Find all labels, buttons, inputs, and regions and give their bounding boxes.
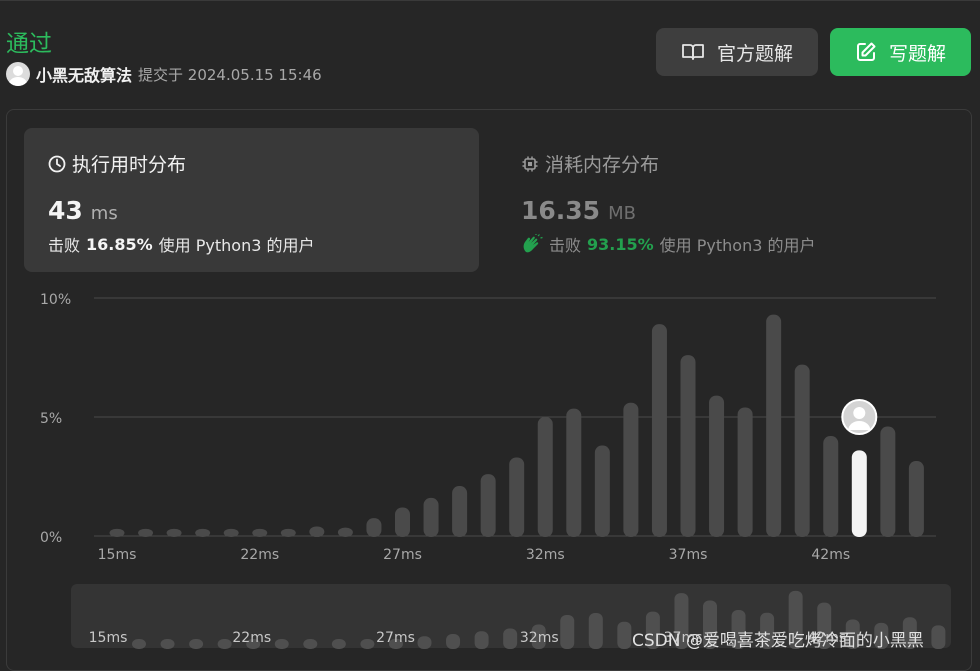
bar[interactable]	[509, 457, 525, 537]
minimap-bar	[274, 639, 289, 649]
minimap-tick-label: 32ms	[520, 630, 559, 646]
watermark: CSDN @爱喝喜茶爱吃烤冷面的小黑黑	[632, 631, 924, 651]
x-tick-label: 42ms	[811, 547, 850, 563]
bar[interactable]	[908, 461, 924, 537]
bar[interactable]	[337, 527, 353, 537]
x-tick-label: 27ms	[383, 547, 422, 563]
bar[interactable]	[566, 408, 582, 537]
minimap-bar	[360, 639, 375, 649]
x-tick-label: 32ms	[526, 547, 565, 563]
minimap-bar	[417, 636, 432, 649]
minimap-bar	[189, 639, 204, 649]
bar[interactable]	[480, 474, 496, 537]
minimap-bar	[503, 628, 518, 649]
y-tick-label: 0%	[40, 530, 62, 546]
bar[interactable]	[252, 528, 268, 537]
avatar-head	[853, 407, 866, 419]
x-tick-label: 15ms	[98, 547, 137, 563]
bar[interactable]	[794, 364, 810, 537]
bar[interactable]	[138, 528, 154, 537]
minimap-tick-label: 27ms	[376, 630, 415, 646]
minimap-bar	[217, 639, 232, 649]
bar[interactable]	[823, 436, 839, 537]
minimap-tick-label: 22ms	[232, 630, 271, 646]
bar[interactable]	[223, 528, 239, 537]
bar[interactable]	[395, 507, 410, 537]
minimap-bar	[132, 639, 146, 649]
bar[interactable]	[195, 528, 211, 537]
minimap-bar	[588, 613, 603, 649]
bar[interactable]	[623, 402, 639, 537]
runtime-distribution-chart: 10% 5% 0% 15ms 22ms 27ms 32ms 37ms 42ms 15ms 22m…	[40, 292, 951, 649]
bar[interactable]	[680, 355, 696, 537]
bar[interactable]	[880, 426, 896, 537]
bar[interactable]	[109, 528, 125, 537]
bar[interactable]	[737, 407, 753, 537]
bar[interactable]	[309, 526, 325, 537]
bar[interactable]	[280, 528, 296, 537]
bar[interactable]	[166, 528, 182, 537]
bar[interactable]	[452, 486, 468, 537]
x-tick-label: 37ms	[669, 547, 708, 563]
bar[interactable]	[651, 324, 667, 537]
minimap-bar	[331, 639, 346, 649]
y-tick-label: 5%	[40, 411, 62, 427]
minimap-bar	[617, 621, 632, 649]
minimap-bar	[160, 639, 175, 649]
bar-current[interactable]	[851, 450, 867, 537]
x-tick-label: 22ms	[240, 547, 279, 563]
bar[interactable]	[709, 395, 725, 537]
bar[interactable]	[766, 314, 782, 537]
minimap-bar	[560, 615, 575, 649]
minimap-tick-label: 15ms	[89, 630, 128, 646]
bar[interactable]	[423, 497, 439, 537]
bar[interactable]	[594, 445, 610, 537]
minimap-bar	[931, 625, 946, 649]
bar[interactable]	[366, 518, 382, 537]
minimap-bar	[474, 631, 489, 649]
minimap-bar	[303, 639, 318, 649]
y-tick-label: 10%	[40, 292, 71, 308]
bar[interactable]	[537, 417, 553, 537]
minimap-bar	[446, 634, 461, 649]
